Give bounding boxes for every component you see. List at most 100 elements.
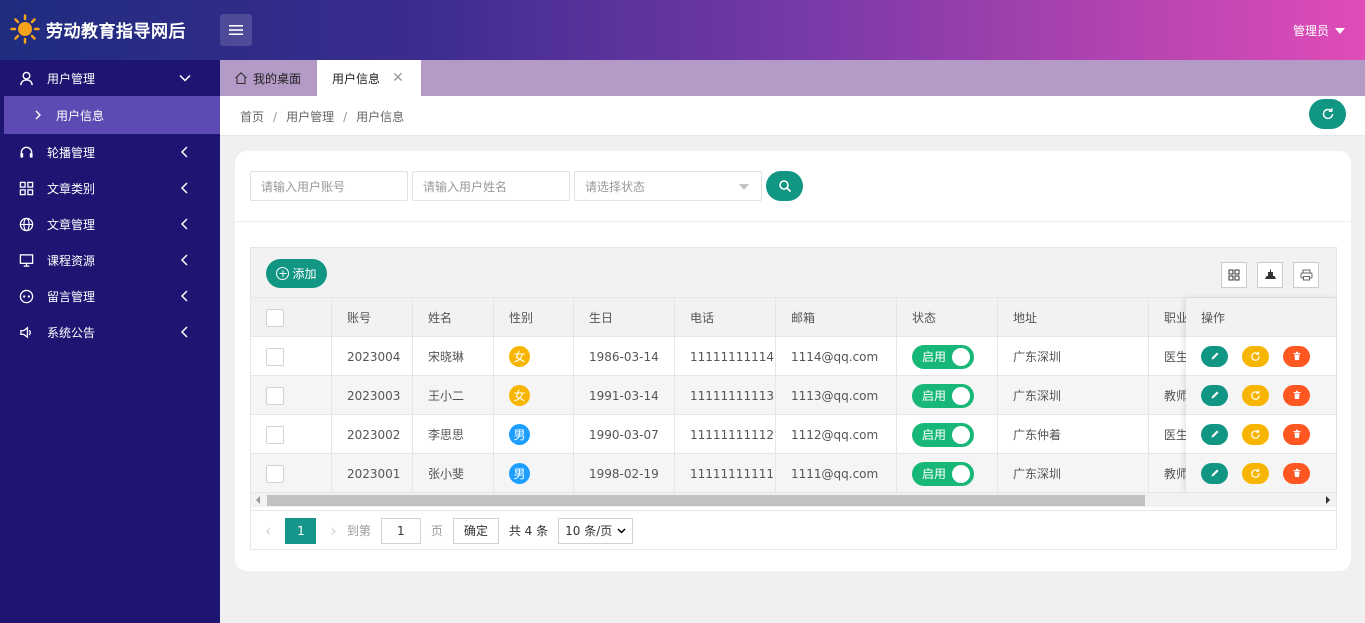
add-button[interactable]: + 添加: [266, 259, 327, 288]
edit-button[interactable]: [1201, 384, 1228, 406]
status-select[interactable]: 请选择状态: [574, 171, 762, 201]
caret-down-icon: [1335, 27, 1345, 34]
toggle-knob: [952, 425, 970, 444]
table-row: 2023004 宋晓琳 女 1986-03-14 11111111114 111…: [251, 337, 1336, 376]
tab-home[interactable]: 我的桌面: [220, 60, 317, 96]
sidebar-subitem-label: 用户信息: [56, 108, 105, 123]
edit-button[interactable]: [1201, 423, 1228, 445]
sidebar-item-article-management[interactable]: 文章管理: [0, 206, 220, 242]
chevron-left-icon: [180, 290, 188, 302]
status-toggle[interactable]: 启用: [912, 461, 974, 486]
horizontal-scrollbar[interactable]: [251, 493, 1336, 507]
operations-column: 操作: [1186, 298, 1336, 493]
account-cell: 2023004: [332, 337, 413, 376]
chevron-left-icon: [180, 254, 188, 266]
goto-page-input[interactable]: 1: [380, 517, 421, 544]
account-search-input[interactable]: 请输入用户账号: [250, 171, 408, 201]
status-toggle[interactable]: 启用: [912, 383, 974, 408]
reset-button[interactable]: [1242, 423, 1269, 445]
close-icon[interactable]: ✕: [392, 70, 404, 86]
delete-button[interactable]: [1283, 384, 1310, 406]
column-header[interactable]: 地址: [998, 298, 1149, 337]
name-cell: 张小斐: [413, 454, 494, 493]
chevron-left-icon: [180, 146, 188, 158]
reset-button[interactable]: [1242, 462, 1269, 484]
columns-icon: [1228, 269, 1240, 281]
scrollbar-thumb[interactable]: [267, 495, 1145, 506]
print-button[interactable]: [1293, 262, 1319, 288]
speaker-icon: [18, 324, 34, 340]
sidebar-item-label: 文章管理: [47, 217, 96, 232]
monitor-icon: [18, 252, 34, 268]
columns-filter-button[interactable]: [1221, 262, 1247, 288]
tab-user-info-label: 用户信息: [332, 71, 381, 86]
gender-badge-male: 男: [509, 424, 530, 445]
sidebar-item-messages[interactable]: 留言管理: [0, 278, 220, 314]
refresh-icon: [1251, 390, 1260, 400]
row-checkbox-cell: [251, 376, 332, 415]
scroll-left-icon[interactable]: [256, 496, 260, 504]
operations-row: [1186, 415, 1336, 454]
row-checkbox[interactable]: [266, 464, 284, 483]
divider: [235, 221, 1351, 222]
status-cell: 启用: [897, 454, 998, 493]
column-header[interactable]: 姓名: [413, 298, 494, 337]
page-size-select[interactable]: 10 条/页: [558, 517, 634, 544]
name-search-input[interactable]: 请输入用户姓名: [412, 171, 570, 201]
status-toggle-label: 启用: [922, 467, 947, 481]
sidebar-item-carousel[interactable]: 轮播管理: [0, 134, 220, 170]
column-header[interactable]: 电话: [675, 298, 776, 337]
toggle-knob: [952, 347, 970, 366]
operations-row: [1186, 337, 1336, 376]
menu-toggle-button[interactable]: [220, 14, 252, 46]
next-page-button[interactable]: ›: [330, 521, 336, 540]
row-checkbox[interactable]: [266, 425, 284, 444]
status-toggle[interactable]: 启用: [912, 344, 974, 369]
column-header[interactable]: 邮箱: [776, 298, 897, 337]
chevron-left-icon: [180, 182, 188, 194]
total-count: 共 4 条: [508, 524, 549, 538]
column-header[interactable]: 状态: [897, 298, 998, 337]
breadcrumb-item[interactable]: 用户管理: [286, 110, 334, 124]
admin-menu[interactable]: 管理员: [1293, 22, 1345, 39]
breadcrumb-separator: /: [343, 110, 348, 124]
row-checkbox[interactable]: [266, 386, 284, 405]
edit-button[interactable]: [1201, 462, 1228, 484]
table-row: 2023002 李思思 男 1990-03-07 11111111112 111…: [251, 415, 1336, 454]
confirm-button[interactable]: 确定: [452, 517, 499, 544]
status-toggle[interactable]: 启用: [912, 422, 974, 447]
headset-icon: [18, 144, 34, 160]
breadcrumb-item[interactable]: 首页: [240, 110, 264, 124]
sidebar-item-course-resources[interactable]: 课程资源: [0, 242, 220, 278]
column-header[interactable]: 生日: [574, 298, 675, 337]
sidebar-item-announcements[interactable]: 系统公告: [0, 314, 220, 350]
column-header[interactable]: 账号: [332, 298, 413, 337]
sidebar-subitem-user-info[interactable]: 用户信息: [4, 96, 220, 134]
phone-cell: 11111111112: [675, 415, 776, 454]
prev-page-button[interactable]: ‹: [265, 521, 271, 540]
export-button[interactable]: [1257, 262, 1283, 288]
edit-button[interactable]: [1201, 345, 1228, 367]
row-checkbox[interactable]: [266, 347, 284, 366]
refresh-button[interactable]: [1309, 99, 1346, 129]
email-cell: 1111@qq.com: [776, 454, 897, 493]
account-cell: 2023003: [332, 376, 413, 415]
refresh-icon: [1322, 108, 1333, 120]
select-all-checkbox[interactable]: [266, 308, 284, 327]
delete-button[interactable]: [1283, 462, 1310, 484]
email-cell: 1112@qq.com: [776, 415, 897, 454]
reset-button[interactable]: [1242, 345, 1269, 367]
delete-button[interactable]: [1283, 345, 1310, 367]
sidebar-item-article-category[interactable]: 文章类别: [0, 170, 220, 206]
trash-icon: [1293, 390, 1300, 399]
search-button[interactable]: [766, 171, 803, 201]
chevron-down-icon: [617, 527, 626, 534]
scroll-right-icon[interactable]: [1326, 496, 1330, 504]
sidebar-item-user-management[interactable]: 用户管理: [0, 60, 220, 96]
reset-button[interactable]: [1242, 384, 1269, 406]
tab-user-info[interactable]: 用户信息 ✕: [317, 60, 421, 96]
page-1-button[interactable]: 1: [285, 517, 317, 544]
trash-icon: [1293, 429, 1300, 438]
delete-button[interactable]: [1283, 423, 1310, 445]
column-header[interactable]: 性别: [494, 298, 574, 337]
